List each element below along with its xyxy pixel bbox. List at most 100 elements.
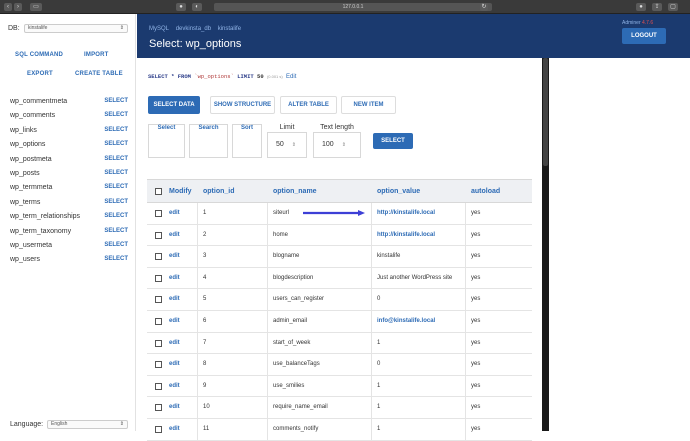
limit-input[interactable]: 50 ⇕ — [267, 132, 307, 158]
cell-option-value[interactable]: http://kinstalife.local — [377, 210, 435, 216]
sidebar-table-select-link[interactable]: SELECT — [104, 156, 128, 162]
sidebar-table-name[interactable]: wp_usermeta — [10, 242, 52, 249]
breadcrumb-server[interactable]: MySQL — [149, 26, 169, 32]
cell-option-name: home — [273, 231, 289, 238]
cell-option-value[interactable]: info@kinstalife.local — [377, 318, 435, 324]
row-checkbox[interactable] — [155, 382, 162, 390]
query-edit-link[interactable]: Edit — [286, 74, 296, 80]
sidebar-table-name[interactable]: wp_terms — [10, 199, 40, 206]
sidebar-table-name[interactable]: wp_postmeta — [10, 156, 52, 163]
adminer-label[interactable]: Adminer — [622, 20, 641, 26]
logout-button[interactable]: LOGOUT — [622, 28, 666, 44]
select-filter[interactable]: Select — [148, 124, 185, 158]
row-checkbox[interactable] — [155, 253, 162, 261]
sidebar-table-name[interactable]: wp_termmeta — [10, 184, 52, 191]
export-link[interactable]: EXPORT — [27, 71, 53, 77]
reload-icon[interactable]: ↻ — [480, 3, 488, 11]
sidebar-table-name[interactable]: wp_options — [10, 141, 45, 148]
import-link[interactable]: IMPORT — [84, 52, 109, 58]
cell-option-value[interactable]: http://kinstalife.local — [377, 232, 435, 238]
sidebar-table-select-link[interactable]: SELECT — [104, 170, 128, 176]
column-divider — [197, 289, 198, 310]
sort-filter[interactable]: Sort — [232, 124, 262, 158]
sidebar-table-select-link[interactable]: SELECT — [104, 112, 128, 118]
sidebar-table-select-link[interactable]: SELECT — [104, 213, 128, 219]
row-checkbox[interactable] — [155, 231, 162, 239]
sidebar-table-select-link[interactable]: SELECT — [104, 184, 128, 190]
row-checkbox[interactable] — [155, 296, 162, 304]
breadcrumb-schema[interactable]: kinstalife — [218, 26, 241, 32]
sidebar-table-select-link[interactable]: SELECT — [104, 256, 128, 262]
row-checkbox[interactable] — [155, 426, 162, 433]
column-divider — [197, 375, 198, 397]
alter-table-button[interactable]: ALTER TABLE — [280, 96, 337, 114]
row-checkbox[interactable] — [155, 274, 162, 282]
back-icon[interactable]: ‹ — [4, 3, 12, 11]
sidebar-table-select-link[interactable]: SELECT — [104, 141, 128, 147]
vertical-scrollbar[interactable] — [542, 58, 549, 431]
row-edit-link[interactable]: edit — [169, 296, 180, 302]
row-edit-link[interactable]: edit — [169, 318, 180, 324]
query-limit-kw: LIMIT — [237, 73, 254, 80]
forward-icon[interactable]: › — [14, 3, 22, 11]
row-edit-link[interactable]: edit — [169, 426, 180, 432]
row-edit-link[interactable]: edit — [169, 232, 180, 238]
row-edit-link[interactable]: edit — [169, 361, 180, 367]
row-edit-link[interactable]: edit — [169, 404, 180, 410]
share-icon[interactable]: ⇪ — [652, 3, 662, 11]
privacy-icon[interactable]: ◐ — [192, 3, 202, 11]
search-filter[interactable]: Search — [189, 124, 228, 158]
col-option-value[interactable]: option_value — [377, 188, 420, 195]
text-length-input[interactable]: 100 ⇕ — [313, 132, 361, 158]
scrollbar-thumb[interactable] — [543, 58, 548, 166]
new-item-button[interactable]: NEW ITEM — [341, 96, 396, 114]
sidebar-table-item: wp_postmeta SELECT — [10, 156, 128, 170]
sidebar-table-select-link[interactable]: SELECT — [104, 98, 128, 104]
sidebar-table-name[interactable]: wp_term_relationships — [10, 213, 80, 220]
select-all-checkbox[interactable] — [155, 188, 162, 195]
sql-command-link[interactable]: SQL COMMAND — [15, 52, 63, 58]
sidebar-table-name[interactable]: wp_posts — [10, 170, 40, 177]
row-checkbox[interactable] — [155, 210, 162, 217]
sidebar-table-name[interactable]: wp_links — [10, 127, 37, 134]
row-edit-link[interactable]: edit — [169, 383, 180, 389]
column-divider — [267, 311, 268, 332]
show-structure-button[interactable]: SHOW STRUCTURE — [210, 96, 275, 114]
extension-icon[interactable]: ● — [636, 3, 646, 11]
sidebar-table-name[interactable]: wp_comments — [10, 112, 55, 119]
text-length-label: Text length — [313, 124, 361, 131]
create-table-link[interactable]: CREATE TABLE — [75, 71, 123, 77]
row-checkbox[interactable] — [155, 404, 162, 412]
language-select[interactable]: English ⇕ — [47, 420, 128, 429]
col-option-id[interactable]: option_id — [203, 188, 235, 195]
col-option-name[interactable]: option_name — [273, 188, 317, 195]
select-data-button[interactable]: SELECT DATA — [148, 96, 200, 114]
sidebar-table-select-link[interactable]: SELECT — [104, 242, 128, 248]
col-modify[interactable]: Modify — [169, 188, 192, 195]
shield-icon[interactable]: ● — [176, 3, 186, 11]
sidebar-table-select-link[interactable]: SELECT — [104, 228, 128, 234]
sidebar-table-name[interactable]: wp_commentmeta — [10, 98, 67, 105]
row-edit-link[interactable]: edit — [169, 253, 180, 259]
sidebar-table-name[interactable]: wp_term_taxonomy — [10, 228, 71, 235]
address-bar[interactable]: 127.0.0.1 — [214, 3, 492, 11]
row-checkbox[interactable] — [155, 318, 162, 325]
db-select[interactable]: kinstalife ⇕ — [24, 24, 128, 33]
sidebar-table-item: wp_commentmeta SELECT — [10, 98, 128, 112]
row-checkbox[interactable] — [155, 339, 162, 347]
sidebar-table-select-link[interactable]: SELECT — [104, 199, 128, 205]
select-submit-button[interactable]: SELECT — [373, 133, 413, 149]
col-autoload[interactable]: autoload — [471, 188, 500, 195]
sidebar-toggle-icon[interactable]: ▭ — [30, 3, 42, 11]
sidebar-table-name[interactable]: wp_users — [10, 256, 40, 263]
row-edit-link[interactable]: edit — [169, 210, 180, 216]
version-number[interactable]: 4.7.6 — [642, 20, 653, 26]
tabs-icon[interactable]: ▢ — [668, 3, 678, 11]
sidebar-table-select-link[interactable]: SELECT — [104, 127, 128, 133]
row-checkbox[interactable] — [155, 361, 162, 369]
row-edit-link[interactable]: edit — [169, 275, 180, 281]
breadcrumb-db[interactable]: devkinsta_db — [176, 26, 211, 32]
column-divider — [267, 375, 268, 397]
row-edit-link[interactable]: edit — [169, 340, 180, 346]
cell-option-name: require_name_email — [273, 404, 328, 411]
